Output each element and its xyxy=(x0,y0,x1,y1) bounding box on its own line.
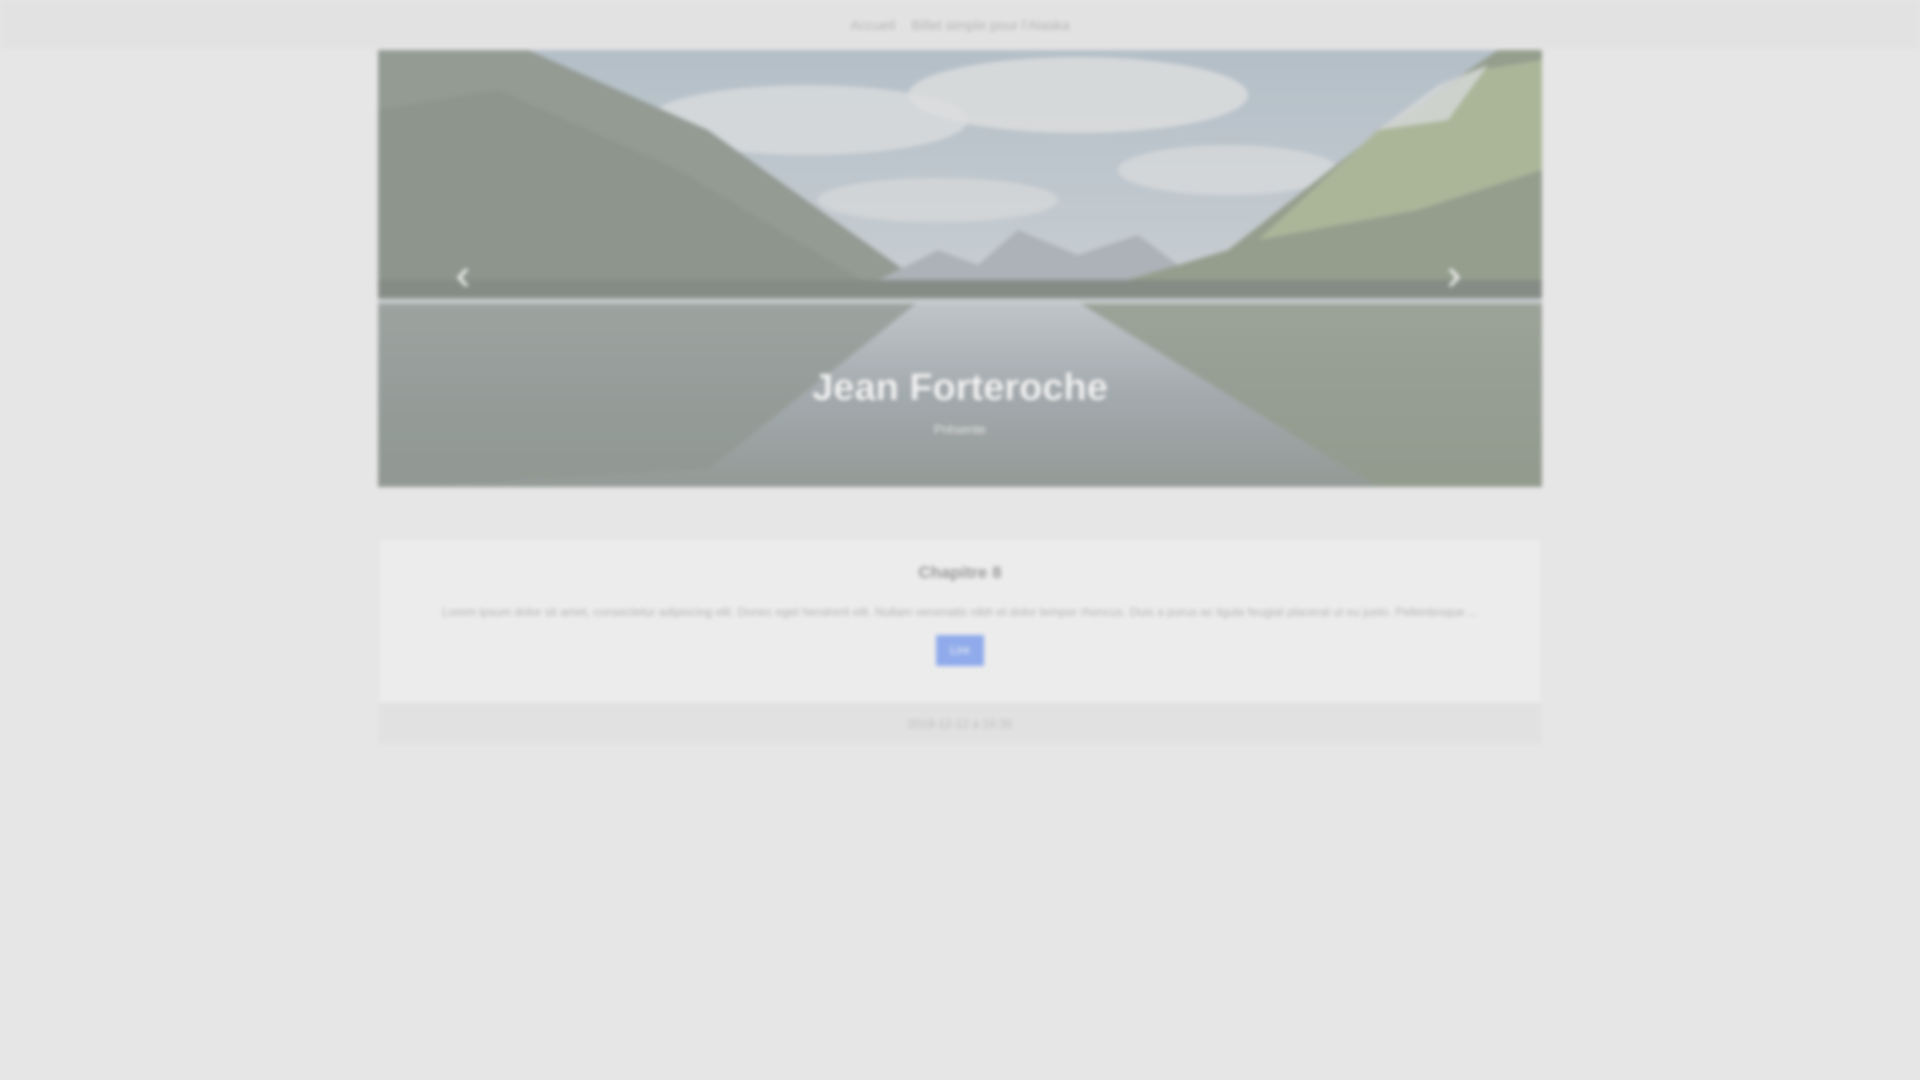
top-navbar: Accueil Billet simple pour l'Alaska xyxy=(0,0,1920,49)
chapter-card: Chapitre 8 Lorem ipsum dolor sit amet, c… xyxy=(378,538,1542,744)
read-button[interactable]: Lire xyxy=(936,635,984,666)
chapter-excerpt: Lorem ipsum dolor sit amet, consectetur … xyxy=(442,605,1478,619)
carousel-title: Jean Forteroche xyxy=(812,367,1108,409)
page: Accueil Billet simple pour l'Alaska ‹ › … xyxy=(0,0,1920,1080)
chevron-right-icon: › xyxy=(1446,250,1462,299)
carousel-prev-button[interactable]: ‹ xyxy=(443,245,483,305)
nav-link-home[interactable]: Accueil xyxy=(850,17,895,33)
chapter-title: Chapitre 8 xyxy=(918,563,1002,582)
chapter-card-body: Chapitre 8 Lorem ipsum dolor sit amet, c… xyxy=(379,539,1541,703)
carousel-caption: Jean Forteroche Présente xyxy=(378,367,1542,437)
nav-link-book[interactable]: Billet simple pour l'Alaska xyxy=(911,17,1069,33)
carousel-next-button[interactable]: › xyxy=(1434,245,1474,305)
chevron-left-icon: ‹ xyxy=(455,250,471,299)
carousel-subtitle: Présente xyxy=(933,421,987,437)
chapter-date: 2018-12-12 à 16:35 xyxy=(379,703,1541,744)
hero-carousel: ‹ › Jean Forteroche Présente xyxy=(378,50,1542,487)
